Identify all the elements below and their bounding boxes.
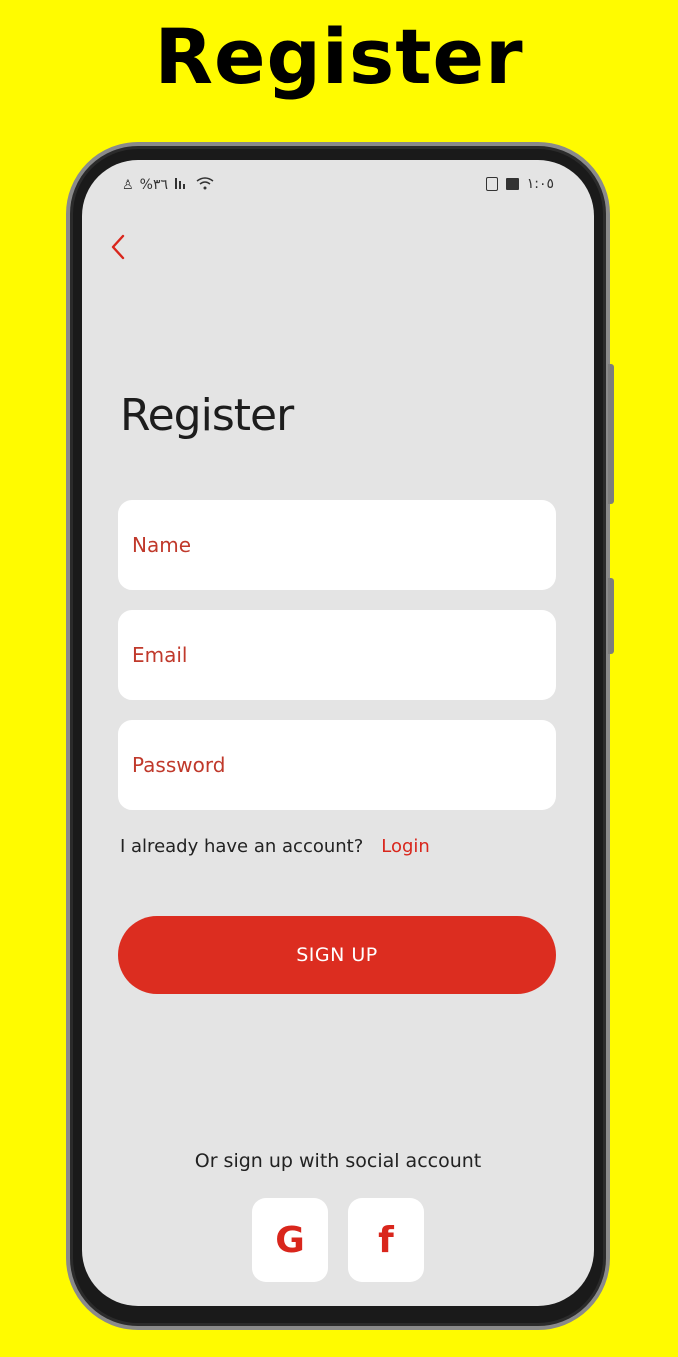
back-button[interactable] <box>104 230 132 264</box>
password-input[interactable] <box>118 720 556 810</box>
password-field[interactable] <box>118 720 556 810</box>
battery-icon <box>485 177 498 191</box>
google-icon: G <box>275 1219 305 1261</box>
account-prompt: I already have an account? <box>120 836 364 857</box>
facebook-button[interactable]: f <box>348 1198 424 1282</box>
signal-icon <box>174 176 190 194</box>
google-button[interactable]: G <box>252 1198 328 1282</box>
battery-percent: %٣٦ <box>139 177 169 193</box>
name-field[interactable] <box>118 500 556 590</box>
banner-title: Register <box>154 12 524 101</box>
email-input[interactable] <box>118 610 556 700</box>
status-time: ١:٠٥ <box>526 176 554 192</box>
name-input[interactable] <box>118 500 556 590</box>
account-row: I already have an account? Login <box>120 836 430 857</box>
status-right: ١:٠٥ <box>485 176 554 192</box>
phone-side-button <box>608 364 614 504</box>
social-row: G f <box>252 1198 424 1282</box>
status-left: ♙ %٣٦ <box>122 176 214 194</box>
battery-saver-icon: ♙ <box>122 177 134 193</box>
facebook-icon: f <box>378 1219 394 1261</box>
wifi-icon <box>196 176 214 194</box>
signup-button[interactable]: SIGN UP <box>118 916 556 994</box>
image-icon <box>505 178 519 190</box>
app-screen: ♙ %٣٦ ١:٠٥ Register Name Email I already… <box>82 160 594 1306</box>
social-caption: Or sign up with social account <box>194 1150 482 1172</box>
email-field[interactable] <box>118 610 556 700</box>
status-bar: ♙ %٣٦ ١:٠٥ <box>82 160 594 210</box>
page-title: Register <box>120 390 294 441</box>
back-arrow-icon <box>111 234 125 260</box>
login-link[interactable]: Login <box>381 836 430 857</box>
phone-side-button <box>608 578 614 654</box>
phone-frame: ♙ %٣٦ ١:٠٥ Register Name Email I already… <box>66 142 614 1330</box>
